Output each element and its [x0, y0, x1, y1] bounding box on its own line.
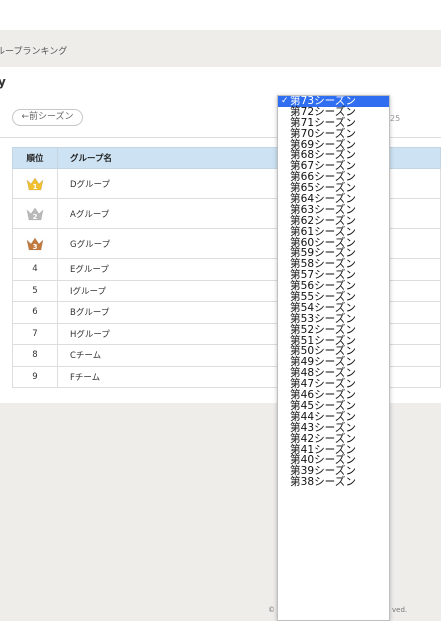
rank-cell: 5 — [12, 279, 58, 302]
footer-rights: ved. — [392, 606, 408, 614]
svg-text:1: 1 — [33, 183, 38, 191]
page-number: 25 — [390, 114, 401, 123]
rank-cell: 2 — [12, 198, 58, 229]
breadcrumb-current: ループランキング — [0, 47, 68, 57]
svg-text:3: 3 — [33, 243, 38, 251]
rank-cell: 8 — [12, 344, 58, 367]
footer-copyright: © — [268, 606, 275, 614]
checkmark-icon: ✓ — [281, 96, 289, 106]
rank-cell: 7 — [12, 322, 58, 345]
season-option[interactable]: 第38シーズン — [278, 477, 389, 488]
rank-cell: 3 — [12, 228, 58, 259]
season-dropdown-list[interactable]: ✓ 第73シーズン 第72シーズン 第71シーズン 第70シーズン 第69シーズン 第68シ… — [277, 95, 390, 621]
top-header-bar — [0, 0, 441, 30]
rank-cell: 6 — [12, 301, 58, 324]
page-title: y — [0, 75, 6, 89]
breadcrumb: ループランキング — [0, 30, 441, 67]
rank-cell: 9 — [12, 365, 58, 388]
bronze-crown-icon: 3 — [26, 236, 44, 251]
svg-text:2: 2 — [33, 213, 38, 221]
rank-cell: 4 — [12, 258, 58, 281]
rank-cell: 1 — [12, 168, 58, 199]
previous-season-button[interactable]: ←前シーズン — [12, 109, 83, 126]
gold-crown-icon: 1 — [26, 176, 44, 191]
season-option-label: 第38シーズン — [290, 476, 356, 489]
silver-crown-icon: 2 — [26, 206, 44, 221]
column-header-rank: 順位 — [12, 147, 58, 169]
